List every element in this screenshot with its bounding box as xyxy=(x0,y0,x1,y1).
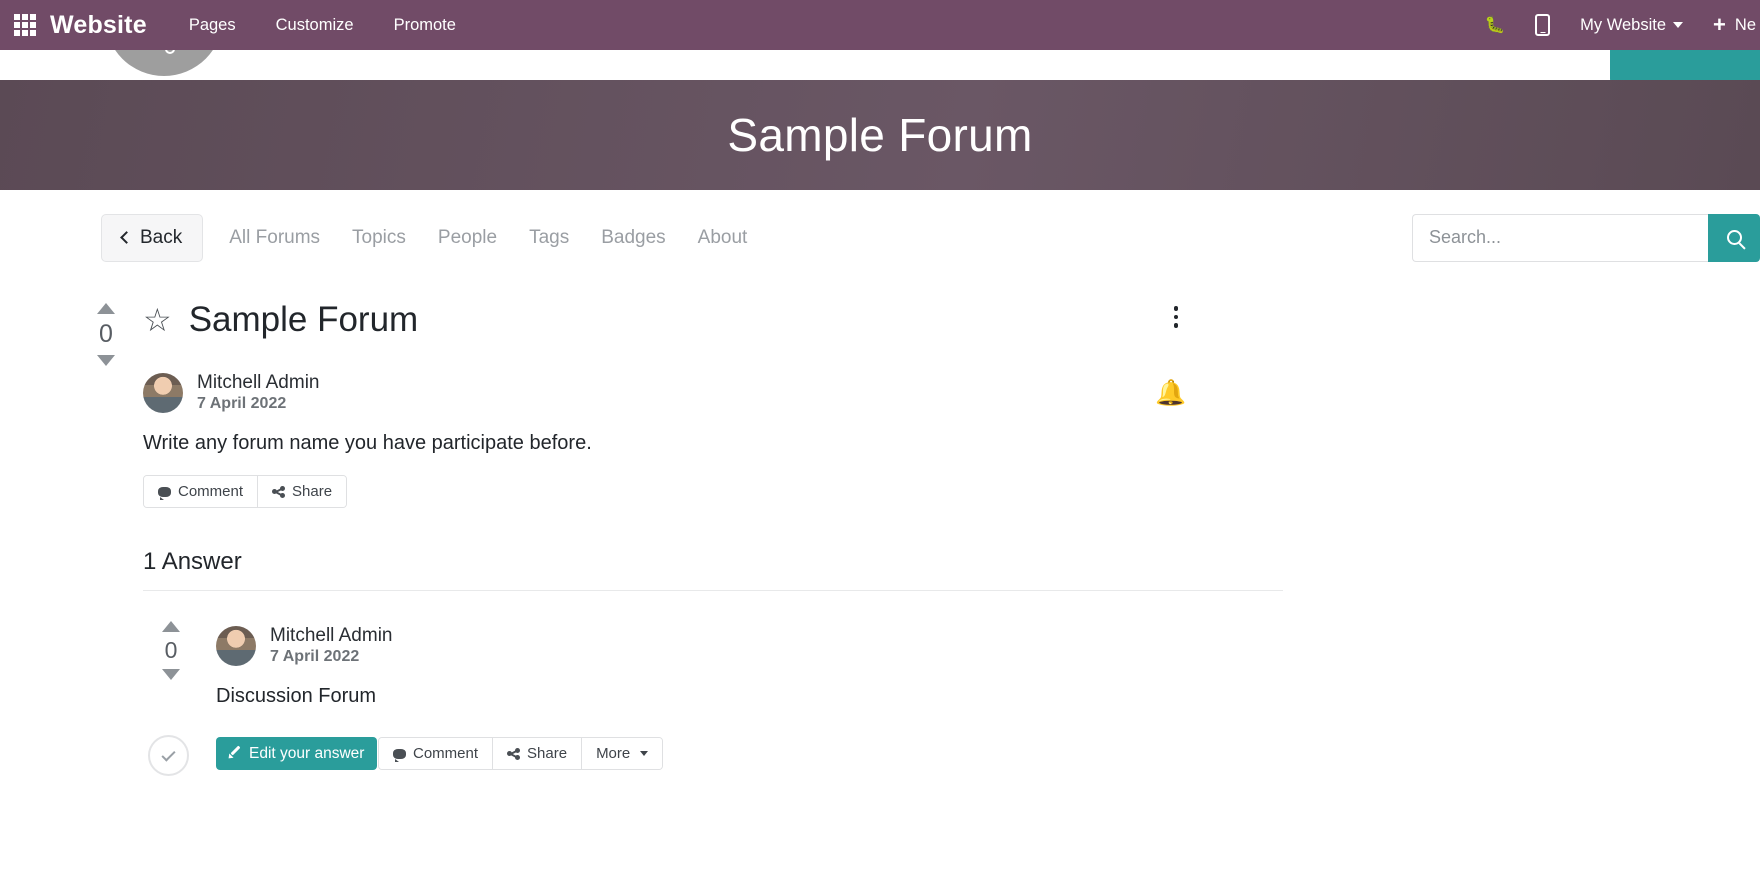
search-button[interactable] xyxy=(1708,213,1760,262)
chevron-left-icon xyxy=(120,230,133,244)
question-vote-count: 0 xyxy=(99,320,113,348)
site-nav-item[interactable] xyxy=(504,50,508,57)
mobile-preview-icon[interactable] xyxy=(1535,14,1551,36)
forum-content: 0 ☆ Sample Forum Mitchell Admin 7 April … xyxy=(0,285,1760,870)
hero-title: Sample Forum xyxy=(727,109,1033,161)
forum-nav-bar: Back All Forums Topics People Tags Badge… xyxy=(0,190,1760,285)
tab-all-forums[interactable]: All Forums xyxy=(229,227,320,249)
tab-people[interactable]: People xyxy=(438,227,497,249)
pencil-icon xyxy=(229,748,241,760)
chevron-down-icon xyxy=(1673,22,1684,28)
site-nav-item[interactable] xyxy=(408,50,412,57)
answer-date: 7 April 2022 xyxy=(270,648,360,665)
new-button-label: Ne xyxy=(1734,15,1756,34)
question-actions: Comment Share xyxy=(143,475,348,508)
answer-body: Discussion Forum xyxy=(216,685,377,707)
answer-more-label: More xyxy=(596,745,631,762)
question-author: Mitchell Admin 7 April 2022 xyxy=(143,372,320,413)
editor-topbar-right: 🐛 My Website + Ne xyxy=(1485,14,1760,36)
forum-sidebar: Mitchell Admin 2509xp ? My Posts ★ Favou… xyxy=(1340,285,1760,870)
forum-hero-banner: Sample Forum xyxy=(0,80,1760,190)
answers-heading: 1 Answer xyxy=(143,548,242,575)
answer-vote-widget: 0 xyxy=(155,621,187,680)
website-selector[interactable]: My Website xyxy=(1580,15,1684,35)
site-cta-button[interactable] xyxy=(1610,50,1760,80)
tab-topics[interactable]: Topics xyxy=(352,227,406,249)
site-logo[interactable] xyxy=(105,50,223,76)
menu-customize[interactable]: Customize xyxy=(276,16,354,35)
question-author-name[interactable]: Mitchell Admin xyxy=(197,372,320,394)
avatar[interactable] xyxy=(216,625,256,666)
question-comment-label: Comment xyxy=(178,483,244,500)
share-icon xyxy=(507,747,521,760)
question-share-label: Share xyxy=(292,483,333,500)
search-input[interactable] xyxy=(1412,213,1708,262)
website-header-strip xyxy=(0,50,1760,80)
question-title: Sample Forum xyxy=(188,300,419,339)
apps-grid-icon[interactable] xyxy=(12,12,38,38)
question-date: 7 April 2022 xyxy=(197,395,287,412)
question-body: Write any forum name you have participat… xyxy=(143,432,592,454)
share-icon xyxy=(272,485,286,498)
answer-share-button[interactable]: Share xyxy=(493,738,583,769)
tab-tags[interactable]: Tags xyxy=(529,227,569,249)
tab-about[interactable]: About xyxy=(698,227,748,249)
question-comment-button[interactable]: Comment xyxy=(144,476,259,507)
accept-answer-check-icon[interactable] xyxy=(148,735,189,776)
vote-up-icon[interactable] xyxy=(162,621,180,632)
vote-down-icon[interactable] xyxy=(97,355,115,366)
site-nav-links xyxy=(408,50,508,57)
odoo-editor-topbar: Website Pages Customize Promote 🐛 My Web… xyxy=(0,0,1760,50)
plus-icon: + xyxy=(1713,12,1726,37)
menu-promote[interactable]: Promote xyxy=(394,16,456,35)
answer-more-button[interactable]: More xyxy=(582,738,663,769)
back-button[interactable]: Back xyxy=(101,213,204,262)
divider xyxy=(143,590,1283,591)
answer-author-name[interactable]: Mitchell Admin xyxy=(270,625,393,647)
question-vote-widget: 0 xyxy=(88,303,124,366)
answer-comment-label: Comment xyxy=(413,745,479,762)
avatar[interactable] xyxy=(143,372,183,413)
new-button[interactable]: + Ne xyxy=(1713,14,1756,36)
forum-search xyxy=(1412,213,1760,262)
vote-up-icon[interactable] xyxy=(97,303,115,314)
kebab-menu-icon[interactable] xyxy=(1165,303,1187,331)
forum-main-column: 0 ☆ Sample Forum Mitchell Admin 7 April … xyxy=(0,285,1340,870)
chevron-down-icon xyxy=(640,751,649,756)
answer-share-label: Share xyxy=(527,745,568,762)
answer-author: Mitchell Admin 7 April 2022 xyxy=(216,625,393,666)
check-mark xyxy=(161,746,176,762)
back-button-label: Back xyxy=(140,226,183,248)
editor-menu: Pages Customize Promote xyxy=(189,16,456,35)
question-header: ☆ Sample Forum xyxy=(143,300,418,340)
edit-answer-label: Edit your answer xyxy=(249,744,365,762)
vote-down-icon[interactable] xyxy=(162,669,180,680)
tab-badges[interactable]: Badges xyxy=(601,227,665,249)
menu-pages[interactable]: Pages xyxy=(189,16,236,35)
website-selector-label: My Website xyxy=(1580,15,1667,34)
comment-icon xyxy=(393,748,406,762)
subscribe-bell-icon[interactable]: 🔔 xyxy=(1155,381,1186,406)
question-share-button[interactable]: Share xyxy=(258,476,347,507)
app-brand-name[interactable]: Website xyxy=(50,11,147,40)
site-nav-item[interactable] xyxy=(456,50,460,57)
answer-vote-count: 0 xyxy=(164,637,178,663)
forum-tabs: All Forums Topics People Tags Badges Abo… xyxy=(229,227,747,249)
bug-icon[interactable]: 🐛 xyxy=(1485,17,1506,34)
answer-comment-button[interactable]: Comment xyxy=(379,738,494,769)
search-icon xyxy=(1726,230,1742,245)
edit-answer-button[interactable]: Edit your answer xyxy=(216,737,378,770)
answer-actions: Comment Share More xyxy=(378,737,664,770)
star-outline-icon[interactable]: ☆ xyxy=(143,304,172,336)
comment-icon xyxy=(158,486,171,500)
